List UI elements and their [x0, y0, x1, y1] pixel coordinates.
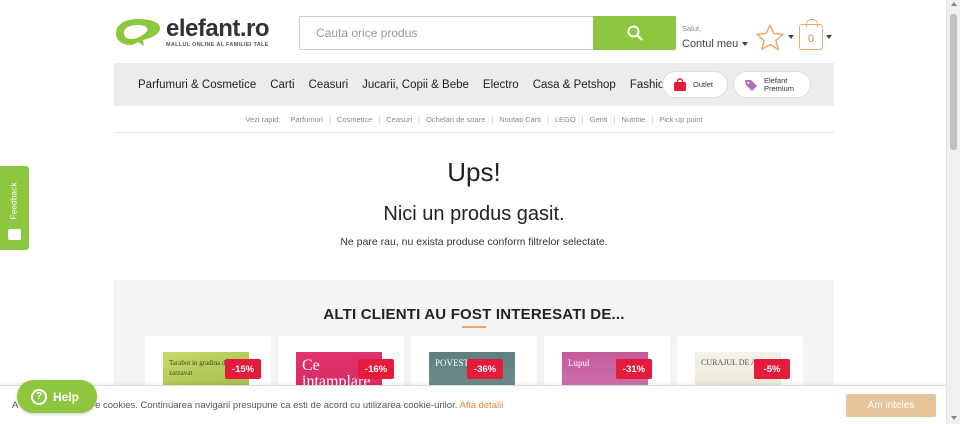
brand-tagline: MALLUL ONLINE AL FAMILIEI TALE: [166, 41, 269, 48]
account-link[interactable]: Contul meu: [682, 38, 749, 50]
outlet-label: Outlet: [693, 79, 714, 89]
chat-icon: [8, 229, 21, 240]
quick-link[interactable]: Parfumuri: [290, 115, 323, 124]
search-button[interactable]: [593, 16, 676, 50]
scroll-up-icon[interactable]: [951, 2, 957, 6]
quick-link[interactable]: LEGO: [555, 115, 576, 124]
cookie-accept-button[interactable]: Am inteles: [846, 394, 936, 417]
page: elefant.ro MALLUL ONLINE AL FAMILIEI TAL…: [0, 0, 946, 424]
quick-link[interactable]: Nutritie: [622, 115, 646, 124]
quick-links-label: Vezi rapid:: [245, 114, 281, 124]
quick-links: Vezi rapid: Parfumuri | Cosmetice | Ceasur…: [114, 112, 834, 126]
quick-link[interactable]: Noutati Carti: [499, 115, 541, 124]
title-underline: [462, 326, 486, 328]
brand-tld: .ro: [239, 14, 270, 42]
premium-button[interactable]: Elefant Premium: [733, 71, 811, 98]
discount-badge: -16%: [358, 359, 394, 379]
feedback-tab[interactable]: Feedback: [0, 166, 29, 250]
logo-text: elefant.ro MALLUL ONLINE AL FAMILIEI TAL…: [166, 14, 270, 48]
cookie-details-link[interactable]: Afla detalii: [459, 400, 503, 411]
search-icon: [627, 25, 643, 41]
elefant-logo-icon: [116, 19, 160, 46]
discount-badge: -31%: [616, 359, 652, 379]
cart-bag-icon: 0: [799, 19, 823, 50]
cookie-banner: A e cookies. Continuarea navigarii presu…: [0, 385, 946, 424]
cart-count: 0: [807, 32, 815, 45]
search-input[interactable]: [299, 16, 593, 50]
nav-item-casa-petshop[interactable]: Casa & Petshop: [533, 79, 616, 91]
divider: |: [581, 114, 584, 124]
star-icon: [756, 24, 784, 51]
discount-badge: -36%: [467, 359, 503, 379]
quick-link[interactable]: Ceasuri: [386, 115, 412, 124]
logo[interactable]: elefant.ro MALLUL ONLINE AL FAMILIEI TAL…: [114, 15, 284, 49]
help-label: Help: [53, 389, 80, 404]
chevron-down-icon: [788, 35, 794, 39]
quick-link[interactable]: Pick-up point: [659, 115, 702, 124]
question-icon: ?: [31, 388, 47, 405]
divider: |: [613, 114, 616, 124]
account-menu[interactable]: Salut, Contul meu: [682, 24, 749, 50]
nav-item-jucarii[interactable]: Jucarii, Copii & Bebe: [362, 79, 469, 91]
nav-item-carti[interactable]: Carti: [270, 79, 294, 91]
empty-state-subtitle: Nici un produs gasit.: [383, 203, 565, 225]
divider: |: [546, 114, 549, 124]
shopping-bag-icon: [674, 77, 686, 91]
outlet-button[interactable]: Outlet: [662, 71, 728, 98]
tag-icon: [745, 79, 757, 91]
scrollbar-thumb[interactable]: [950, 14, 957, 150]
scrollbar[interactable]: [946, 0, 960, 424]
divider: |: [491, 114, 494, 124]
chevron-down-icon: [826, 35, 832, 39]
account-greeting: Salut,: [682, 24, 702, 33]
divider: |: [651, 114, 654, 124]
favorites-button[interactable]: [754, 23, 794, 51]
divider: |: [418, 114, 421, 124]
quick-link[interactable]: Genti: [590, 115, 608, 124]
nav-item-parfumuri-cosmetice[interactable]: Parfumuri & Cosmetice: [138, 79, 256, 91]
account-label: Contul meu: [682, 38, 739, 50]
search-bar: [299, 16, 676, 50]
nav-item-ceasuri[interactable]: Ceasuri: [309, 79, 349, 91]
discount-badge: -15%: [225, 359, 261, 379]
divider: |: [378, 114, 381, 124]
discount-badge: -5%: [754, 359, 790, 379]
cart-button[interactable]: 0: [799, 19, 832, 50]
nav-item-electro[interactable]: Electro: [483, 79, 519, 91]
cookie-message: e cookies. Continuarea navigarii presupu…: [95, 400, 458, 411]
cover-title: Lupul: [568, 358, 590, 368]
recommendations-title: ALTI CLIENTI AU FOST INTERESATI DE...: [323, 306, 625, 323]
empty-state-message: Ne pare rau, nu exista produse conform f…: [340, 236, 608, 248]
help-button[interactable]: ? Help: [17, 380, 97, 413]
scroll-down-icon[interactable]: [951, 416, 957, 420]
premium-label: Elefant Premium: [764, 76, 795, 93]
empty-state-title: Ups!: [447, 157, 501, 187]
premium-label-line2: Premium: [764, 83, 795, 93]
divider: |: [328, 114, 331, 124]
quick-link[interactable]: Ochelari de soare: [426, 115, 485, 124]
quick-link[interactable]: Cosmetice: [337, 115, 372, 124]
chevron-down-icon: [742, 42, 749, 46]
feedback-label: Feedback: [9, 182, 19, 220]
divider: [114, 132, 834, 133]
brand-name: elefant: [166, 14, 240, 42]
